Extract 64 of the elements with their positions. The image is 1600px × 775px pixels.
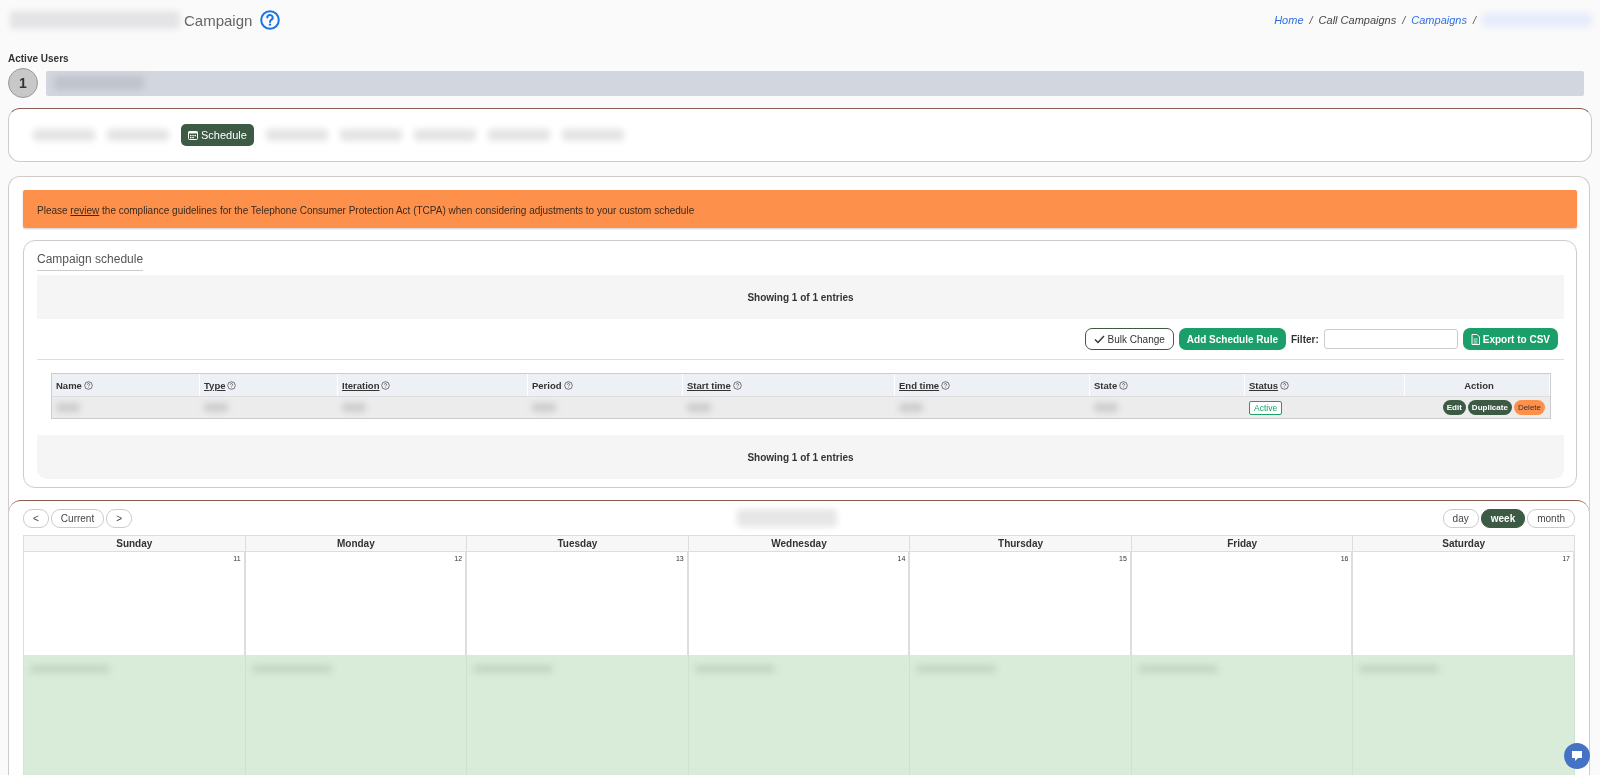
row-action-button[interactable]: Duplicate	[1467, 400, 1512, 415]
sortable-column-header[interactable]: Type	[204, 379, 226, 391]
user-count-badge: 1	[8, 68, 38, 98]
help-icon[interactable]	[83, 380, 93, 390]
help-icon[interactable]	[1280, 380, 1290, 390]
section-label: Active Users	[7, 52, 70, 64]
sortable-column-header[interactable]: Start time	[687, 379, 731, 391]
blurred-text	[342, 403, 366, 412]
blurred-text	[532, 403, 556, 412]
breadcrumb-link[interactable]: Campaigns	[1411, 14, 1467, 26]
breadcrumb-separator: /	[1472, 14, 1476, 26]
column-header: Name	[56, 379, 82, 391]
sortable-column-header[interactable]: End time	[899, 379, 940, 391]
day-header: Sunday	[116, 538, 153, 549]
calendar-nav-button[interactable]: >	[106, 508, 133, 528]
entries-info: Showing 1 of 1 entries	[37, 275, 1564, 319]
calendar-icon	[188, 130, 198, 140]
day-header: Wednesday	[771, 538, 827, 549]
help-icon[interactable]	[732, 380, 742, 390]
calendar-nav-button[interactable]: Current	[50, 508, 105, 528]
column-header: Period	[532, 379, 562, 391]
breadcrumb-link[interactable]: Home	[1274, 14, 1304, 26]
blurred-text	[899, 403, 923, 412]
column-header: Action	[1464, 379, 1494, 391]
day-header: Tuesday	[557, 538, 598, 549]
notice-text: Please review the compliance guidelines for the Telephone Consumer Protection Act (TCPA) when considering adjustments to your custom schedule	[37, 205, 695, 216]
blurred-text	[204, 403, 228, 412]
help-icon[interactable]	[227, 380, 237, 390]
row-action-button[interactable]: Edit	[1442, 400, 1466, 415]
document-icon	[1470, 333, 1480, 345]
blurred-text	[1094, 403, 1118, 412]
column-header: State	[1094, 379, 1118, 391]
sortable-column-header[interactable]: Iteration	[342, 379, 380, 391]
day-header: Saturday	[1442, 538, 1486, 549]
help-icon[interactable]	[260, 10, 281, 30]
blurred-text	[687, 403, 711, 412]
breadcrumb-separator: /	[1309, 14, 1313, 26]
chat-icon[interactable]	[1564, 743, 1590, 769]
review-link[interactable]: review	[70, 205, 100, 216]
sortable-column-header[interactable]: Status	[1249, 379, 1279, 391]
filter-label: Filter:	[1291, 333, 1319, 345]
status-badge: Active	[1249, 400, 1283, 415]
blurred-text	[56, 403, 80, 412]
bulk-change-button[interactable]: Bulk Change	[1084, 328, 1174, 350]
page-title: Campaign	[184, 11, 253, 29]
help-icon[interactable]	[381, 380, 391, 390]
breadcrumb-separator: /	[1402, 14, 1406, 26]
day-header: Monday	[336, 538, 375, 549]
help-icon[interactable]	[563, 380, 573, 390]
day-header: Friday	[1227, 538, 1258, 549]
view-toggle-button[interactable]: week	[1480, 508, 1526, 528]
row-action-button[interactable]: Delete	[1513, 400, 1545, 415]
help-icon[interactable]	[941, 380, 951, 390]
day-header: Thursday	[998, 538, 1044, 549]
help-icon[interactable]	[1119, 380, 1129, 390]
schedule-tab[interactable]: Schedule	[181, 124, 254, 146]
calendar-nav-button[interactable]: <	[23, 508, 49, 528]
check-icon	[1093, 334, 1105, 344]
entries-info: Showing 1 of 1 entries	[37, 435, 1564, 479]
section-title: Campaign schedule	[37, 252, 144, 271]
breadcrumb-item: Call Campaigns	[1318, 14, 1397, 26]
view-toggle-button[interactable]: day	[1442, 508, 1479, 528]
filter-field[interactable]	[1323, 329, 1458, 349]
view-toggle-button[interactable]: month	[1527, 508, 1575, 528]
